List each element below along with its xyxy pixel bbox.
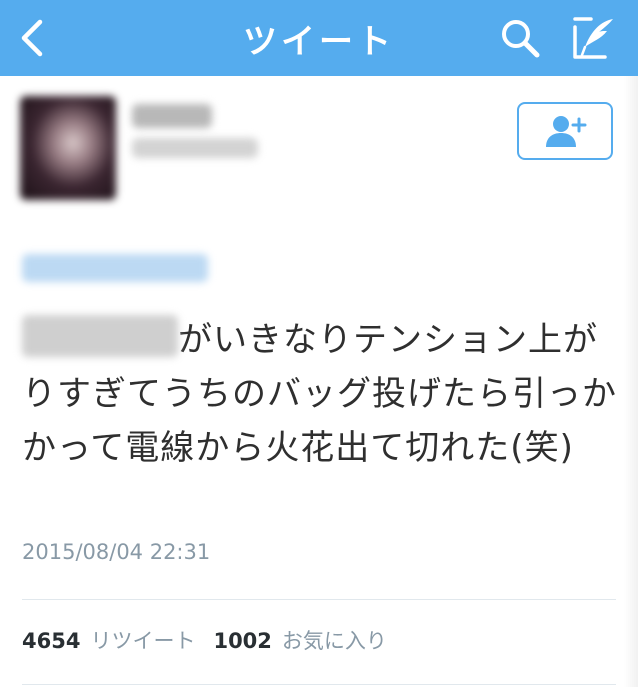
redacted-text <box>22 315 178 357</box>
avatar[interactable] <box>20 96 116 200</box>
user-handle-redacted <box>132 138 258 158</box>
search-icon <box>502 20 540 58</box>
mention-link-redacted[interactable] <box>22 254 208 282</box>
follow-button[interactable] <box>517 102 613 160</box>
divider <box>22 599 616 600</box>
user-name-redacted <box>132 104 212 128</box>
favorite-label[interactable]: お気に入り <box>282 625 387 655</box>
navigation-bar: ツイート <box>0 0 638 76</box>
favorite-count[interactable]: 1002 <box>213 629 271 653</box>
compose-icon <box>573 17 613 59</box>
retweet-count[interactable]: 4654 <box>22 629 80 653</box>
divider <box>22 684 616 685</box>
compose-button[interactable] <box>566 10 622 66</box>
retweet-label[interactable]: リツイート <box>90 625 195 655</box>
add-user-icon <box>546 116 587 147</box>
search-button[interactable] <box>492 12 548 64</box>
tweet-body: がいきなりテンション上がりすぎてうちのバッグ投げたら引っかかって電線から火花出て… <box>22 313 622 475</box>
tweet-stats: 4654 リツイート 1002 お気に入り <box>22 625 387 655</box>
scroll-edge <box>624 76 638 687</box>
tweet-timestamp: 2015/08/04 22:31 <box>22 540 211 564</box>
